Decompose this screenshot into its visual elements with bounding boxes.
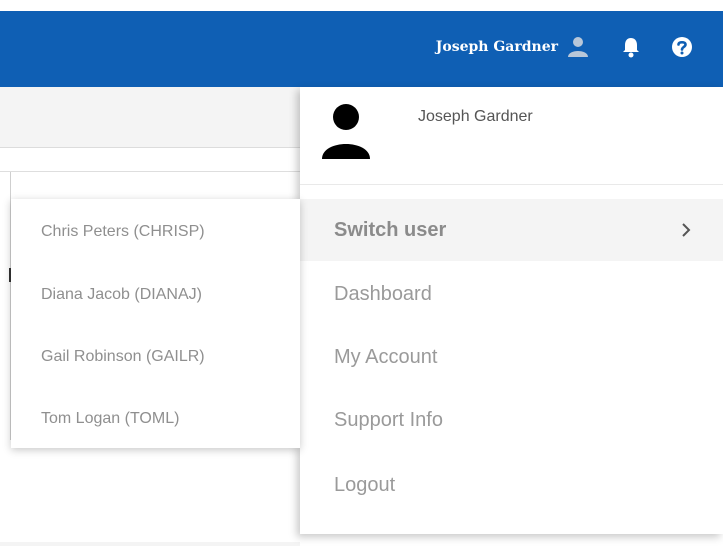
switch-user-item-chrisp[interactable]: Chris Peters (CHRISP) [11,201,300,263]
menu-item-label: Switch user [334,218,447,241]
switch-user-item-gailr[interactable]: Gail Robinson (GAILR) [11,326,300,388]
menu-item-label: Support Info [334,408,443,431]
switch-user-label: Chris Peters (CHRISP) [41,223,205,240]
switch-user-label: Gail Robinson (GAILR) [41,348,205,365]
help-icon[interactable] [670,35,694,59]
header-user-name[interactable]: Joseph Gardner [436,39,558,55]
switch-user-label: Tom Logan (TOML) [41,410,180,427]
menu-item-my-account[interactable]: My Account [300,326,723,388]
switch-user-item-dianaj[interactable]: Diana Jacob (DIANAJ) [11,264,300,326]
background-footer [0,542,300,546]
menu-item-switch-user[interactable]: Switch user [300,199,723,261]
menu-item-label: Dashboard [334,282,432,305]
background-divider [0,171,300,172]
menu-item-label: Logout [334,473,396,496]
menu-item-dashboard[interactable]: Dashboard [300,263,723,325]
background-toolbar [0,87,300,148]
account-menu-user-name: Joseph Gardner [418,108,533,125]
avatar [318,103,374,159]
switch-user-item-toml[interactable]: Tom Logan (TOML) [11,388,300,450]
page: Joseph Gardner Joseph Gardner Switch use… [0,0,723,546]
chevron-right-icon [679,220,693,240]
menu-item-support-info[interactable]: Support Info [300,389,723,451]
menu-item-label: My Account [334,345,438,368]
bell-icon[interactable] [619,35,643,59]
switch-user-submenu: Chris Peters (CHRISP) Diana Jacob (DIANA… [11,199,300,448]
account-dropdown-menu: Joseph Gardner Switch user Dashboard My … [300,87,723,534]
user-icon[interactable] [566,35,590,59]
switch-user-label: Diana Jacob (DIANAJ) [41,286,202,303]
account-menu-header: Joseph Gardner [300,87,723,185]
top-navigation-bar: Joseph Gardner [0,11,723,87]
menu-item-logout[interactable]: Logout [300,454,723,516]
